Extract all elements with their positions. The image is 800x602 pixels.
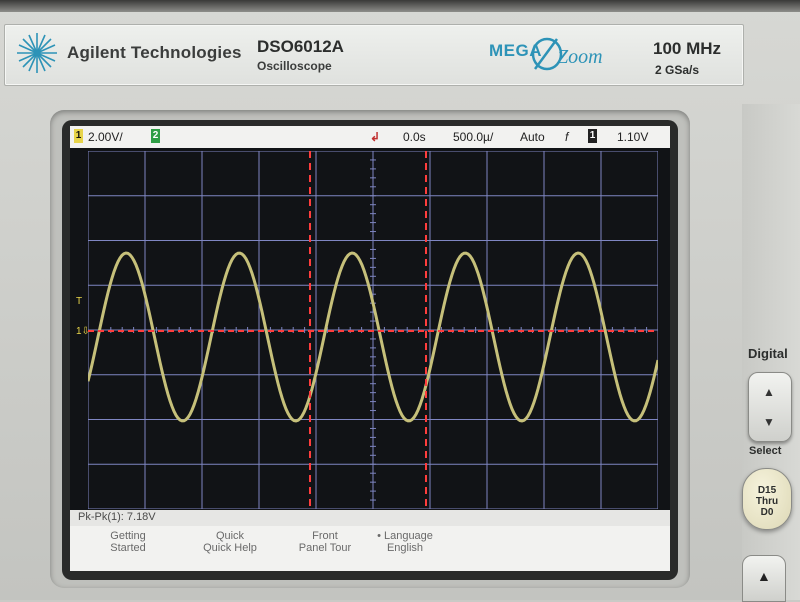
measurement-line: Pk-Pk(1): 7.18V (70, 510, 670, 526)
sample-rate-label: 2 GSa/s (655, 63, 700, 77)
softkey-label: Quick (215, 530, 245, 542)
softkey-front-panel-tour[interactable]: Front Panel Tour (280, 530, 370, 554)
ch2-badge: 2 (151, 129, 160, 143)
thru-label: Thru (755, 496, 779, 507)
d0-label: D0 (760, 507, 774, 518)
megazoom-logo-icon: Zoom (531, 37, 603, 71)
trigger-position-icon: ↲ (370, 130, 381, 144)
softkey-label: Getting (110, 530, 146, 542)
oscilloscope-screen: 1 2.00V/ 2 ↲ 0.0s 500.0µ/ Auto f 1 1.10V… (70, 126, 670, 571)
status-bar: 1 2.00V/ 2 ↲ 0.0s 500.0µ/ Auto f 1 1.10V (70, 126, 670, 148)
measurement-text: Pk-Pk(1): 7.18V (78, 511, 156, 523)
trigger-level-marker-icon: T (76, 296, 83, 307)
trigger-mode: Auto (520, 130, 545, 144)
ch1-badge: 1 (74, 129, 83, 143)
d15-label: D15 (757, 485, 777, 496)
megazoom-logo-zoom: Zoom (557, 46, 603, 68)
softkey-language[interactable]: • Language English (360, 530, 450, 554)
softkey-label: • Language (377, 530, 433, 542)
digital-label: Digital (748, 346, 788, 361)
softkey-getting-started[interactable]: Getting Started (88, 530, 168, 554)
model-number: DSO6012A (257, 37, 344, 56)
softkey-label: Panel Tour (298, 542, 352, 554)
timebase: 500.0µ/ (453, 130, 494, 144)
up-arrow-button[interactable]: ▲ (742, 555, 786, 602)
softkey-label: English (386, 542, 424, 554)
agilent-spark-logo-icon (17, 33, 57, 73)
bandwidth-label: 100 MHz (653, 39, 722, 58)
softkey-label: Started (110, 542, 146, 554)
top-edge (0, 0, 800, 12)
trigger-level: 1.10V (617, 130, 649, 144)
softkey-panel: Pk-Pk(1): 7.18V Getting Started Quick Qu… (70, 510, 670, 571)
d15-d0-button[interactable]: D15 Thru D0 (742, 468, 792, 530)
model-subtitle: Oscilloscope (257, 59, 332, 73)
up-arrow-icon: ▲ (757, 568, 771, 584)
digital-select-rocker[interactable]: ▲ ▼ (748, 372, 792, 442)
trigger-slope-icon: f (565, 130, 569, 144)
softkey-label: Quick Help (203, 542, 257, 554)
ch1-scale: 2.00V/ (88, 130, 123, 144)
brand-name: Agilent Technologies (67, 43, 242, 62)
chevron-up-icon: ▲ (763, 385, 775, 399)
softkey-label: Front (312, 530, 338, 542)
nameplate: Agilent Technologies DSO6012A Oscillosco… (4, 24, 744, 86)
chevron-down-icon: ▼ (763, 415, 775, 429)
trigger-channel-badge: 1 (588, 129, 597, 143)
softkey-quick-help[interactable]: Quick Quick Help (190, 530, 270, 554)
waveform-grid (88, 151, 658, 509)
ch1-ground-marker-icon: 1⇩ (76, 326, 90, 337)
trigger-position: 0.0s (403, 130, 426, 144)
select-label: Select (749, 445, 782, 457)
